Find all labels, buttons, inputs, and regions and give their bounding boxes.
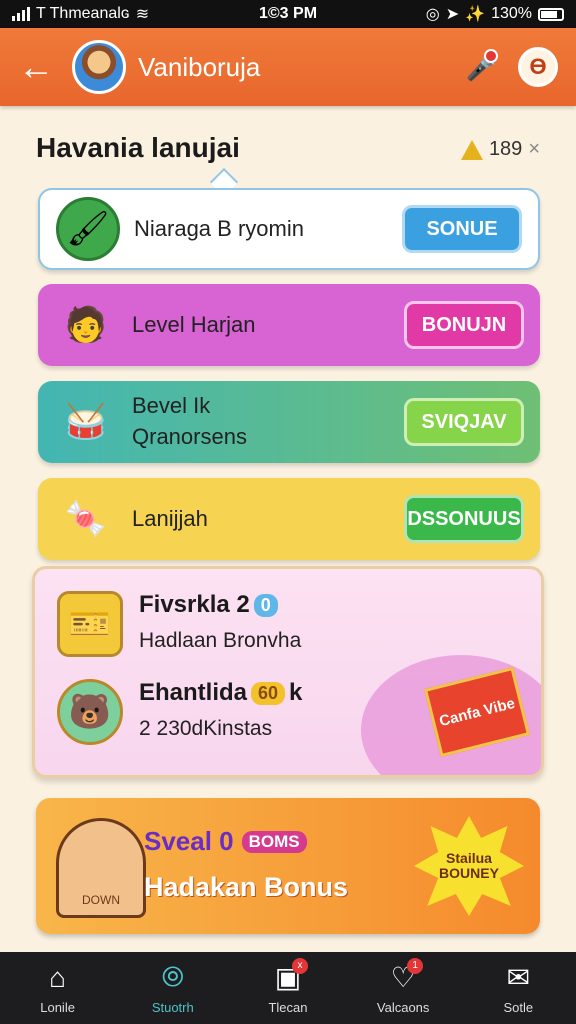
bonus-card-4[interactable]: 🍬 Lanijjah DSSONUUS: [38, 478, 540, 560]
header-title: Vaniboruja: [138, 51, 261, 82]
reward-badge: 60: [251, 681, 286, 705]
bonus-button-2[interactable]: BONUJN: [404, 301, 524, 349]
balance-value: 189: [488, 138, 523, 160]
status-right: ◎ ➤ ✨ 130%: [426, 4, 564, 24]
bonus-button-1[interactable]: SONUE: [402, 205, 522, 253]
bonus-card-3[interactable]: 🥁 Bevel Ik Qranorsens SVIQJAV: [38, 381, 540, 463]
nav-item-home[interactable]: ⌂ Lonile: [8, 962, 108, 1015]
coin-icon: ϴ: [529, 54, 547, 79]
location-icon: ➤: [445, 6, 460, 23]
battery-label: 130%: [491, 5, 532, 22]
avatar[interactable]: [72, 40, 126, 94]
drum-icon: 🥁: [64, 403, 108, 441]
reward-title-1: Fivsrkla 2 0: [139, 591, 301, 619]
microphone-button[interactable]: 🎤: [462, 47, 502, 87]
ticket-icon: 🎫: [57, 591, 123, 657]
bonus-card-2[interactable]: 🧑 Level Harjan BONUJN: [38, 284, 540, 366]
nav-label: Stuotrh: [151, 999, 194, 1015]
alarm-icon: ◎: [425, 6, 440, 23]
nav-label: Lonile: [40, 999, 75, 1015]
promo-badge: BOMS: [241, 830, 307, 853]
promo-line-2: Hadakan Bonus: [144, 872, 349, 902]
notification-badge: 1: [407, 957, 424, 974]
bonus-button-4[interactable]: DSSONUUS: [404, 495, 524, 543]
bonus-button-3[interactable]: SVIQJAV: [404, 398, 524, 446]
close-icon[interactable]: ×: [528, 138, 540, 161]
bluetooth-icon: ✨: [465, 6, 486, 23]
app-header: ← Vaniboruja 🎤 ϴ: [0, 28, 576, 106]
battery-icon: [538, 7, 564, 21]
candy-icon: 🍬: [64, 500, 108, 538]
card-label: Bevel Ik Qranorsens: [132, 393, 247, 449]
status-bar: T Thmeanalɢ ≋ 1©3 PM ◎ ➤ ✨ 130%: [0, 0, 576, 28]
nav-label: Sotle: [503, 999, 534, 1015]
card-label: Level Harjan: [132, 311, 256, 337]
back-arrow-icon[interactable]: ←: [18, 47, 58, 87]
nav-item-swirl[interactable]: ⦾ Stuotrh: [123, 961, 223, 1015]
reward-title-2: Ehantlida 60 k: [139, 679, 303, 706]
carrier-label: T Thmeanalɢ: [36, 5, 130, 22]
coin-button[interactable]: ϴ: [518, 47, 558, 87]
wifi-icon: ≋: [135, 6, 150, 23]
section-title: Havania lanujai: [36, 132, 240, 163]
reward-row-2[interactable]: 🐻 Ehantlida 60 k 2 230dKinstas: [57, 679, 302, 745]
reward-subtitle-2: 2 230dKinstas: [139, 717, 273, 740]
promo-banner[interactable]: DOWN Sveal 0 BOMS Hadakan Bonus Stailua …: [36, 798, 540, 934]
card-label: Niaraga B ryomin: [134, 215, 304, 241]
nav-item-mail[interactable]: ✉ Sotle: [468, 962, 568, 1015]
reward-badge: 0: [253, 593, 278, 617]
nav-item-heart[interactable]: ♡ 1 Valcaons: [353, 957, 453, 1015]
status-left: T Thmeanalɢ ≋: [12, 4, 149, 24]
balance: 189 ×: [460, 138, 540, 161]
bonus-card-1[interactable]: 🖌 Niaraga B ryomin SONUE: [38, 188, 540, 270]
paintbrush-icon: 🖌: [56, 197, 120, 261]
mail-icon: ✉: [506, 962, 531, 993]
promo-line-1: Sveal 0 BOMS: [144, 826, 307, 857]
swirl-icon: ⦾: [161, 961, 184, 992]
notification-badge: x: [291, 957, 308, 974]
signal-icon: [12, 7, 30, 21]
bell-icon: [460, 139, 483, 160]
reward-row-1[interactable]: 🎫 Fivsrkla 2 0 Hadlaan Bronvha: [57, 591, 301, 657]
bottom-nav: ⌂ Lonile ⦾ Stuotrh ▣ x Tlecan ♡ 1 Valcao…: [0, 952, 576, 1024]
reward-subtitle-1: Hadlaan Bronvha: [139, 629, 302, 652]
home-icon: ⌂: [49, 961, 67, 993]
card-label: Lanijjah: [132, 505, 208, 531]
nav-label: Tlecan: [268, 999, 308, 1015]
character-icon: 🧑: [64, 306, 108, 344]
bear-icon: 🐻: [57, 679, 123, 745]
notification-badge: [484, 49, 498, 63]
character-sign: DOWN: [56, 818, 146, 918]
nav-item-chat[interactable]: ▣ x Tlecan: [238, 957, 338, 1015]
starburst-badge: Stailua BOUNEY: [414, 816, 524, 916]
rewards-panel: 🎫 Fivsrkla 2 0 Hadlaan Bronvha 🐻 Ehantli…: [32, 566, 544, 778]
nav-label: Valcaons: [376, 999, 430, 1015]
status-time: 1©3 PM: [258, 5, 318, 22]
